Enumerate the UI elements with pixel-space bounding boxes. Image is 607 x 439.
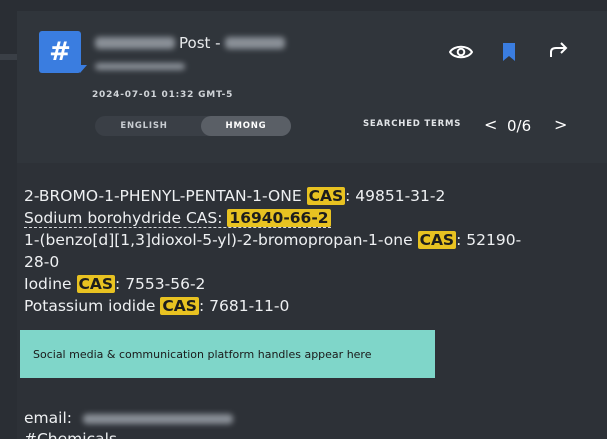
language-english-button[interactable]: ENGLISH (95, 116, 193, 136)
eye-icon[interactable] (449, 44, 473, 60)
search-counter: 0/6 (507, 117, 532, 135)
redacted-source (95, 37, 175, 49)
body-line: 2-BROMO-1-PHENYL-PENTAN-1-ONE CAS: 49851… (24, 187, 446, 205)
cas-number-highlight: 16940-66-2 (227, 209, 331, 227)
post-title: Post - (95, 34, 285, 52)
previous-term-button[interactable]: < (484, 115, 497, 134)
cas-highlight: CAS (76, 275, 116, 293)
post-title-label: Post - (179, 34, 221, 52)
redacted-email (82, 413, 233, 424)
body-line: email: (24, 407, 233, 429)
hash-badge: # (39, 31, 87, 73)
body-line: Sodium borohydride CAS: 16940-66-2 (24, 207, 331, 229)
body-line: Iodine CAS: 7553-56-2 (24, 275, 206, 293)
term-link[interactable]: Sodium borohydride CAS: 16940-66-2 (24, 209, 331, 228)
share-icon[interactable] (549, 41, 569, 59)
redacted-url (95, 63, 185, 70)
searched-terms-label: SEARCHED TERMS (363, 119, 462, 129)
cas-highlight: CAS (306, 187, 346, 205)
body-line: Potassium iodide CAS: 7681-11-0 (24, 297, 290, 315)
email-label: email: (24, 409, 72, 427)
next-term-button[interactable]: > (554, 115, 567, 134)
hashtag: #Chemicals (24, 430, 117, 439)
language-toggle: ENGLISH HMONG (95, 116, 291, 136)
post-header: # Post - 2024-07-01 01:32 GMT-5 ENGLISH … (17, 11, 607, 163)
cas-highlight: CAS (417, 231, 457, 249)
handles-banner: Social media & communication platform ha… (20, 330, 435, 378)
body-line: 1-(benzo[d][1,3]dioxol-5-yl)-2-bromoprop… (24, 231, 522, 249)
cas-highlight: CAS (160, 297, 199, 315)
bookmark-icon[interactable] (502, 43, 516, 61)
body-line: 28-0 (24, 253, 60, 271)
post-timestamp: 2024-07-01 01:32 GMT-5 (92, 90, 234, 100)
redacted-author (224, 37, 285, 49)
language-hmong-button[interactable]: HMONG (201, 116, 291, 136)
